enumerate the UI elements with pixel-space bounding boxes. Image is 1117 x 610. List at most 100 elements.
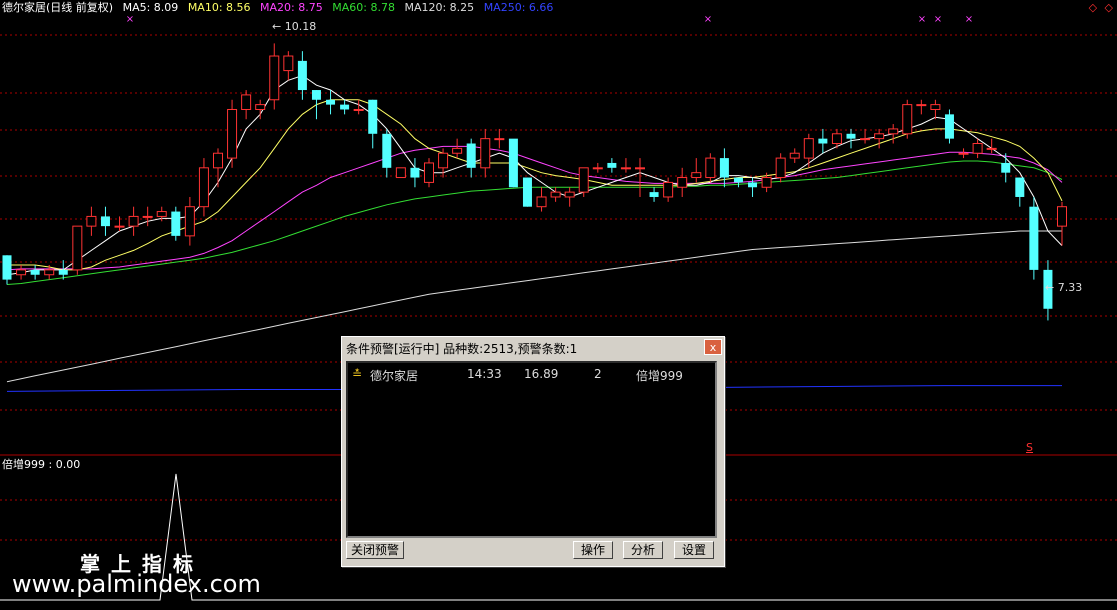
candle-body-up	[592, 167, 603, 170]
candle-body-up	[438, 152, 449, 169]
signal-x-marker: ×	[934, 14, 942, 25]
condition-alert-dialog[interactable]: 条件预警[运行中] 品种数:2513,预警条数:1 x ≛ 德尔家居 14:33…	[341, 336, 725, 567]
candle-body-up	[677, 177, 688, 188]
ma5-label: MA5: 8.09	[122, 1, 179, 14]
candle-body-up	[902, 104, 913, 135]
up-arrow-icon: ≛	[352, 367, 363, 381]
candle-body-up	[831, 133, 842, 145]
candle-body-up	[424, 162, 434, 183]
diamond-icons[interactable]: ◇ ◇	[1089, 1, 1115, 14]
signal-marker: S	[1026, 441, 1033, 454]
candle-body-up	[691, 172, 702, 179]
candle-body-up	[494, 138, 505, 141]
candle-body-up	[958, 152, 969, 155]
candle-body-up	[353, 108, 364, 111]
candle-body-up	[283, 55, 294, 72]
candle-body-up	[114, 225, 125, 228]
signal-x-marker: ×	[704, 14, 712, 25]
candle-body-up	[550, 191, 561, 198]
candle-body-up	[860, 138, 871, 141]
alert-count: 2	[594, 367, 602, 381]
candle-body-down	[30, 269, 40, 275]
alert-list[interactable]: ≛ 德尔家居 14:33 16.89 2 倍增999	[346, 361, 717, 538]
signal-x-marker: ×	[965, 14, 973, 25]
ma250-label: MA250: 6.66	[483, 1, 554, 14]
candle-body-up	[663, 181, 674, 198]
alert-price: 16.89	[524, 367, 559, 381]
ma20-line	[6, 145, 1063, 271]
candle-body-up	[72, 225, 83, 271]
stock-title: 德尔家居(日线 前复权)	[2, 1, 114, 14]
candle-body-down	[1015, 177, 1025, 197]
candle-body-down	[733, 177, 743, 183]
indicator-legend: 倍增999 : 0.00	[2, 458, 81, 471]
close-alert-button[interactable]: 关闭预警	[346, 541, 404, 559]
candle-body-up	[395, 167, 406, 179]
candle-body-up	[705, 157, 716, 179]
candle-body-up	[635, 167, 645, 170]
dialog-title[interactable]: 条件预警[运行中] 品种数:2513,预警条数:1	[344, 339, 720, 359]
candle-body-down	[508, 138, 518, 188]
close-icon[interactable]: x	[704, 339, 722, 355]
candle-body-up	[620, 167, 631, 170]
candle-body-up	[142, 215, 153, 218]
candle-body-down	[649, 192, 659, 197]
chart-legend: 德尔家居(日线 前复权) MA5: 8.09 MA10: 8.56 MA20: …	[2, 1, 559, 15]
candle-body-up	[16, 269, 27, 276]
candle-body-down	[311, 90, 321, 100]
alert-time: 14:33	[467, 367, 502, 381]
signal-x-marker: ×	[918, 14, 926, 25]
candle-body-up	[198, 167, 209, 208]
candle-body-down	[368, 99, 378, 134]
candle-body-up	[986, 147, 997, 150]
candle-body-up	[184, 206, 195, 237]
alert-stock-name: 德尔家居	[370, 369, 419, 383]
candle-body-up	[86, 215, 97, 227]
operate-button[interactable]: 操作	[573, 541, 613, 559]
settings-button[interactable]: 设置	[674, 541, 714, 559]
candle-body-up	[888, 128, 899, 135]
candle-body-up	[536, 196, 547, 208]
candle-body-down	[326, 99, 336, 105]
candle-body-up	[44, 269, 55, 276]
candle-body-down	[818, 138, 828, 144]
candle-body-down	[846, 133, 856, 139]
candle-body-up	[564, 191, 575, 198]
candle-body-up	[269, 55, 280, 101]
candle-body-down	[1029, 206, 1039, 270]
candle-body-down	[607, 162, 617, 168]
candle-body-up	[874, 133, 885, 140]
alert-formula: 倍增999	[636, 369, 683, 383]
candle-body-up	[241, 94, 252, 110]
low-price-label: ← 7.33	[1045, 281, 1083, 294]
candle-body-up	[803, 138, 814, 159]
candle-body-up	[930, 104, 941, 110]
candle-body-down	[297, 60, 307, 91]
analyze-button[interactable]: 分析	[623, 541, 663, 559]
candle-body-up	[255, 104, 266, 110]
ma20-label: MA20: 8.75	[260, 1, 323, 14]
candle-body-up	[213, 152, 223, 169]
candle-body-down	[340, 104, 350, 110]
signal-x-marker: ×	[126, 14, 134, 25]
candle-body-up	[578, 167, 589, 193]
ma60-label: MA60: 8.78	[332, 1, 395, 14]
candle-body-up	[775, 157, 786, 179]
candle-body-down	[382, 133, 392, 168]
ma10-label: MA10: 8.56	[187, 1, 251, 14]
candle-body-up	[1057, 206, 1067, 227]
candle-body-down	[719, 158, 729, 178]
candle-body-up	[227, 108, 238, 159]
candle-body-up	[789, 152, 800, 159]
candle-body-up	[452, 147, 463, 154]
candle-body-down	[58, 269, 68, 275]
candle-body-down	[171, 211, 181, 236]
candle-body-down	[466, 143, 476, 168]
candle-body-down	[410, 167, 420, 178]
alert-row[interactable]: ≛ 德尔家居 14:33 16.89 2 倍增999	[352, 367, 712, 383]
candle-body-down	[944, 114, 954, 139]
ma60-line	[6, 160, 1063, 285]
candle-body-up	[480, 138, 491, 169]
candle-body-up	[156, 211, 167, 217]
candle-body-down	[1001, 162, 1011, 173]
